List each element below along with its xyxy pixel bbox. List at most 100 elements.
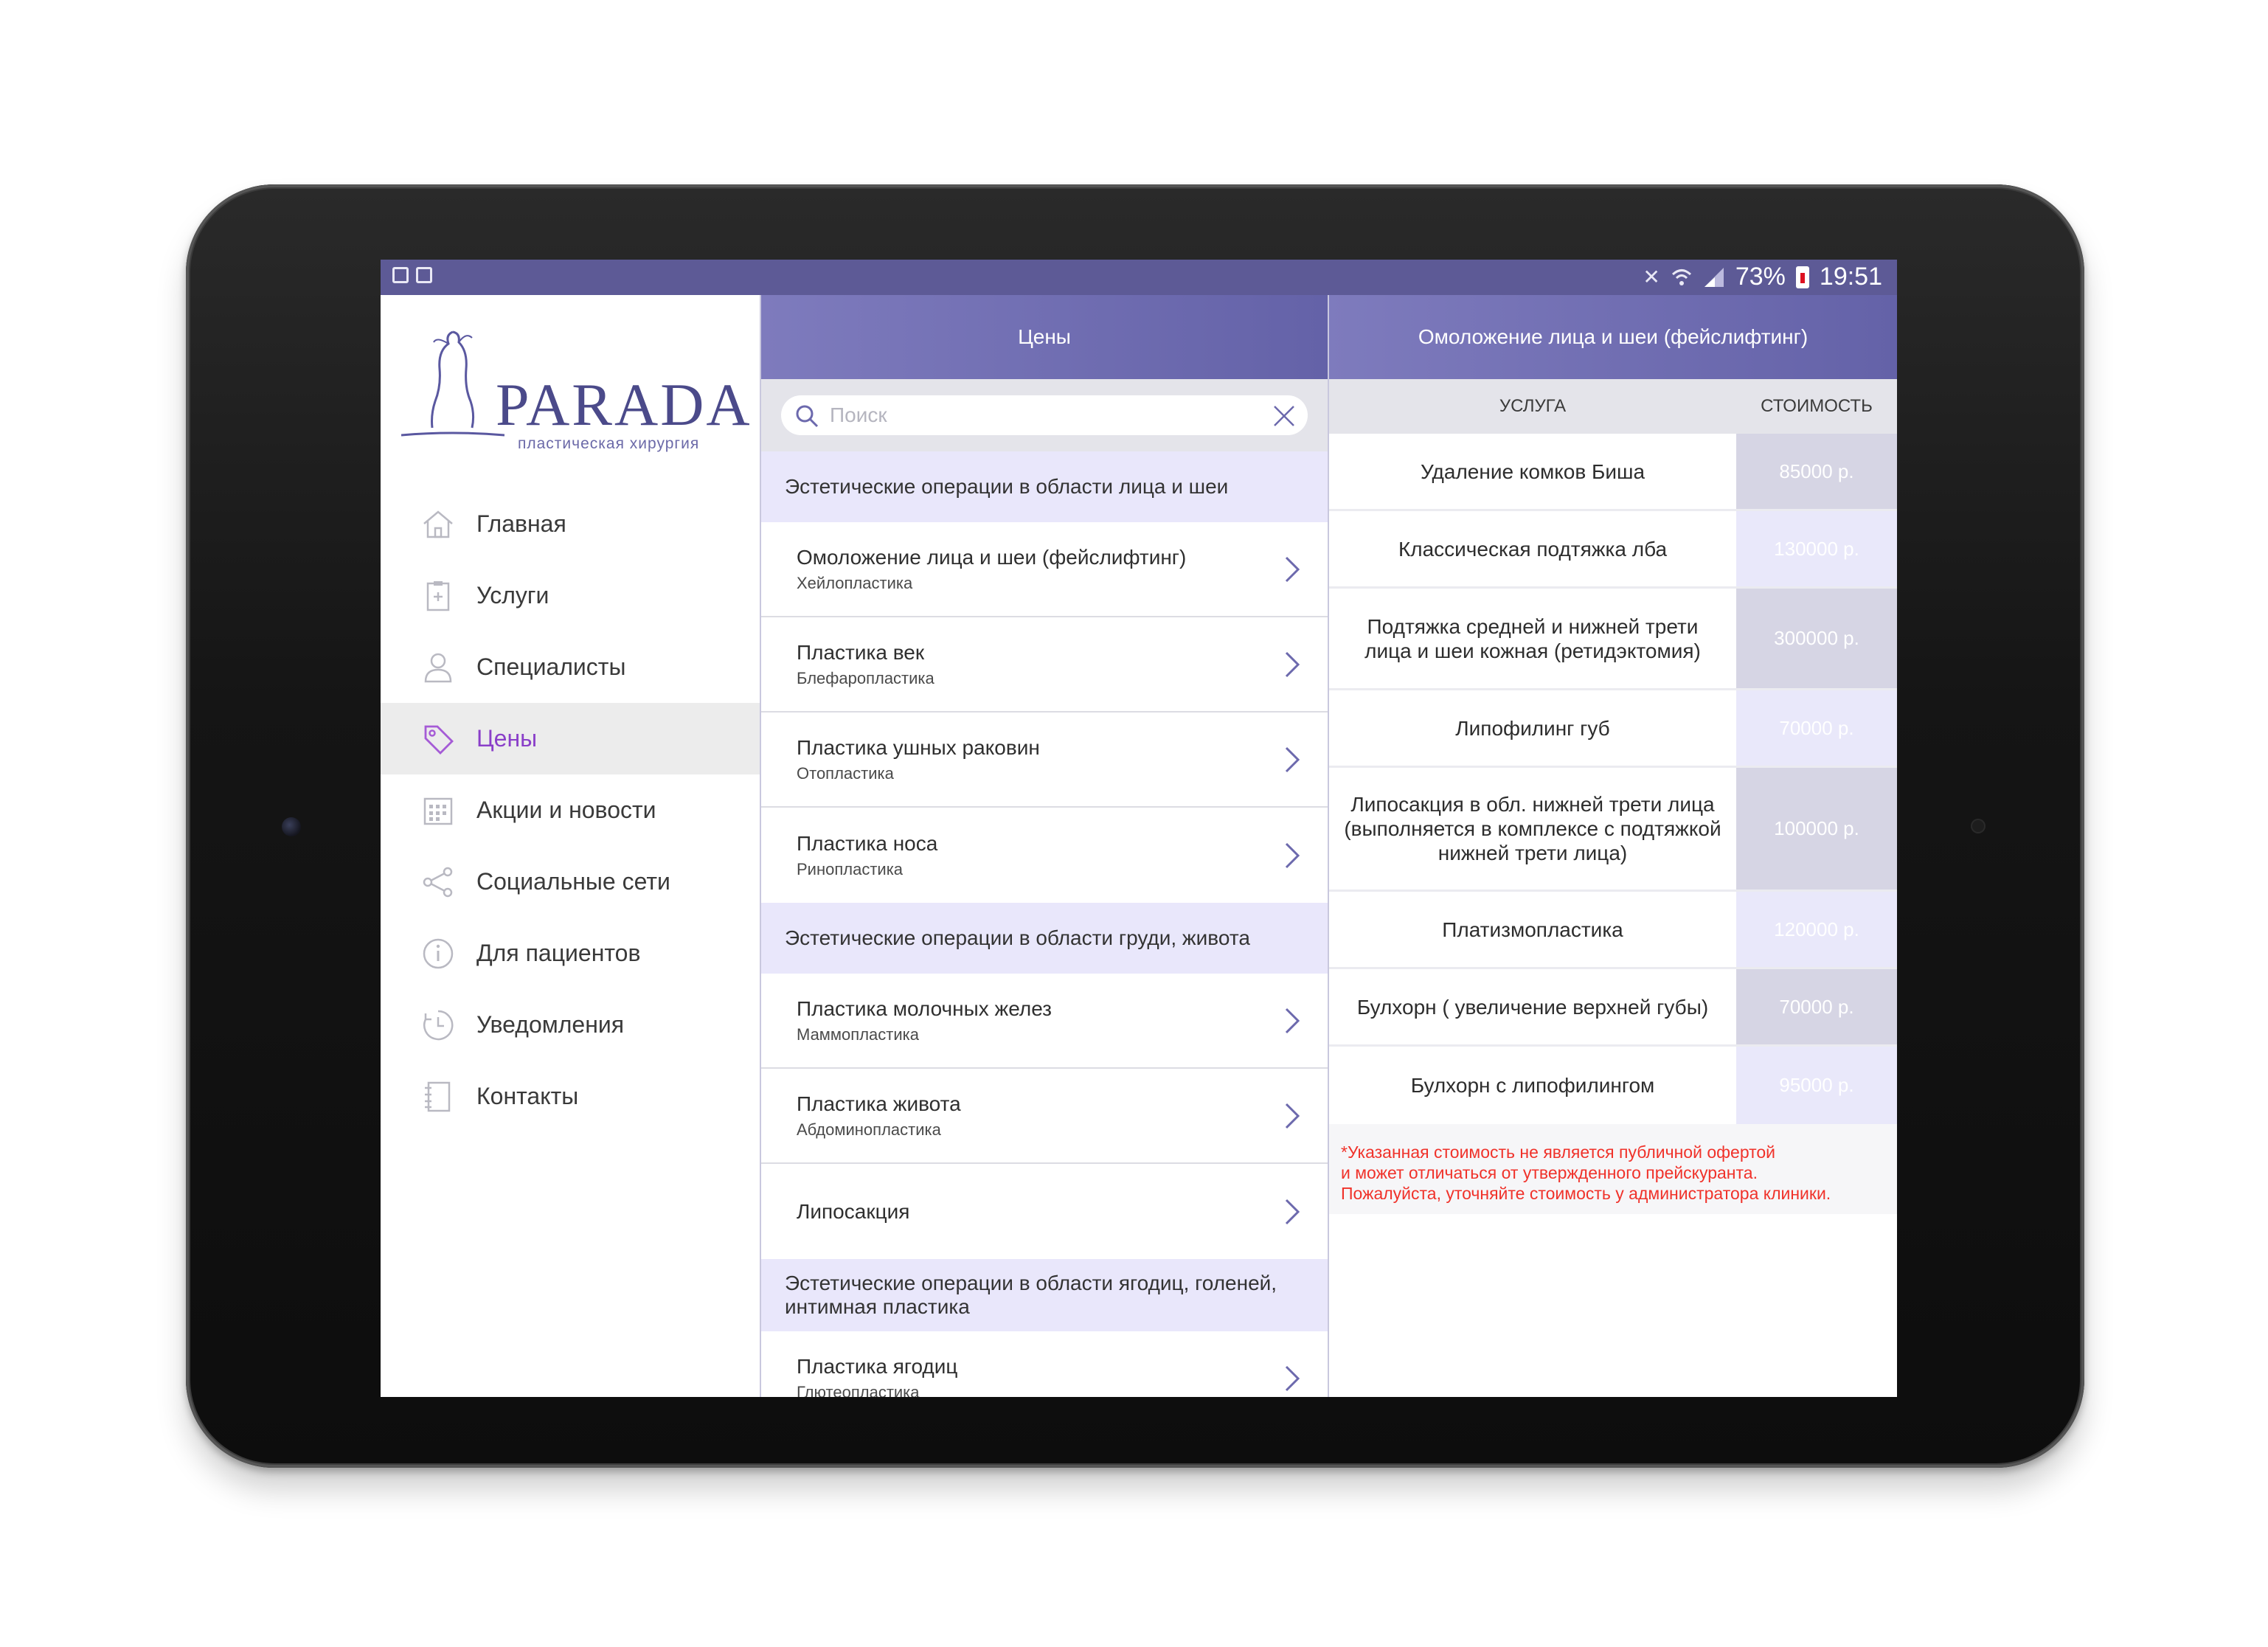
price-tag-icon xyxy=(419,720,457,758)
price-disclaimer: *Указанная стоимость не является публичн… xyxy=(1329,1124,1897,1214)
item-subtitle: Глютеопластика xyxy=(797,1382,920,1398)
nav-item-prices[interactable]: Цены xyxy=(381,703,760,774)
screenshot-notification-icon xyxy=(392,267,409,283)
nav-item-label: Акции и новости xyxy=(476,797,656,823)
nav-item-label: Социальные сети xyxy=(476,868,670,895)
nav-list: Главная Услуги Специалисты Цены Акции и … xyxy=(381,488,760,1132)
section-header-face: Эстетические операции в области лица и ш… xyxy=(761,451,1328,522)
chevron-right-icon xyxy=(1285,556,1300,582)
chevron-right-icon xyxy=(1285,1365,1300,1391)
clock-time: 19:51 xyxy=(1819,263,1882,291)
chevron-right-icon xyxy=(1285,1199,1300,1224)
clipboard-icon xyxy=(419,577,457,615)
item-title: Пластика ушных раковин xyxy=(797,735,1040,759)
nav-item-social[interactable]: Социальные сети xyxy=(381,846,760,918)
service-cell: Удаление комков Биша xyxy=(1420,460,1645,483)
service-cell: Подтяжка средней и нижней трети лица и ш… xyxy=(1364,614,1701,662)
person-icon xyxy=(419,648,457,687)
table-row[interactable]: Булхорн с липофилингом 95000 р. xyxy=(1329,1047,1897,1124)
table-row[interactable]: Удаление комков Биша 85000 р. xyxy=(1329,434,1897,511)
chevron-right-icon xyxy=(1285,1008,1300,1033)
search-box xyxy=(781,395,1308,435)
item-title: Пластика ягодиц xyxy=(797,1354,958,1378)
battery-percent: 73% xyxy=(1735,263,1786,291)
item-title: Пластика носа xyxy=(797,831,938,855)
nav-item-label: Контакты xyxy=(476,1083,579,1109)
section-header-buttocks: Эстетические операции в области ягодиц, … xyxy=(761,1259,1328,1331)
list-item[interactable]: Липосакция xyxy=(761,1164,1328,1259)
nav-item-contacts[interactable]: Контакты xyxy=(381,1061,760,1132)
search-icon xyxy=(796,405,819,428)
info-icon xyxy=(419,935,457,973)
list-item[interactable]: Пластика ягодиц Глютеопластика xyxy=(761,1331,1328,1397)
price-cell: 100000 р. xyxy=(1736,768,1897,890)
table-row[interactable]: Платизмопластика 120000 р. xyxy=(1329,892,1897,969)
item-title: Пластика век xyxy=(797,640,925,664)
nav-item-specialists[interactable]: Специалисты xyxy=(381,631,760,703)
nav-drawer: PARADA пластическая хирургия Главная Усл… xyxy=(381,295,760,1397)
nav-item-label: Главная xyxy=(476,510,566,537)
disclaimer-line: *Указанная стоимость не является публичн… xyxy=(1341,1143,1776,1162)
list-item[interactable]: Омоложение лица и шеи (фейслифтинг) Хейл… xyxy=(761,522,1328,617)
chevron-right-icon xyxy=(1285,746,1300,772)
nav-item-news[interactable]: Акции и новости xyxy=(381,774,760,846)
list-item[interactable]: Пластика живота Абдоминопластика xyxy=(761,1069,1328,1164)
battery-icon xyxy=(1795,266,1809,288)
clock-icon xyxy=(419,1006,457,1044)
item-subtitle: Хейлопластика xyxy=(797,573,913,592)
nav-item-label: Цены xyxy=(476,725,538,752)
price-cell: 85000 р. xyxy=(1736,434,1897,509)
service-cell: Классическая подтяжка лба xyxy=(1398,537,1668,561)
search-input[interactable] xyxy=(828,403,1244,428)
nav-item-services[interactable]: Услуги xyxy=(381,560,760,631)
nav-item-patients[interactable]: Для пациентов xyxy=(381,918,760,989)
price-cell: 300000 р. xyxy=(1736,589,1897,688)
chevron-right-icon xyxy=(1285,1103,1300,1128)
table-row[interactable]: Липосакция в обл. нижней трети лица (вып… xyxy=(1329,768,1897,892)
nav-item-label: Услуги xyxy=(476,582,549,608)
list-item[interactable]: Пластика молочных желез Маммопластика xyxy=(761,974,1328,1069)
service-cell: Булхорн с липофилингом xyxy=(1410,1074,1655,1097)
disclaimer-line: Пожалуйста, уточняйте стоимость у админи… xyxy=(1341,1184,1831,1203)
item-title: Пластика молочных желез xyxy=(797,996,1052,1020)
mute-icon: ✕ xyxy=(1643,266,1660,288)
nav-item-notifications[interactable]: Уведомления xyxy=(381,989,760,1061)
price-cell: 130000 р. xyxy=(1736,511,1897,586)
download-notification-icon xyxy=(416,267,432,283)
service-cell: Липофилинг губ xyxy=(1455,716,1610,740)
brand-name: PARADA xyxy=(496,371,752,438)
detail-panel: Омоложение лица и шеи (фейслифтинг) УСЛУ… xyxy=(1329,295,1897,1397)
table-row[interactable]: Классическая подтяжка лба 130000 р. xyxy=(1329,511,1897,589)
calendar-icon xyxy=(419,791,457,830)
table-header: УСЛУГА СТОИМОСТЬ xyxy=(1329,379,1897,434)
section-header-body: Эстетические операции в области груди, ж… xyxy=(761,903,1328,974)
table-row[interactable]: Булхорн ( увеличение верхней губы) 70000… xyxy=(1329,969,1897,1047)
front-camera xyxy=(282,817,301,836)
table-row[interactable]: Липофилинг губ 70000 р. xyxy=(1329,690,1897,768)
screen: ✕ 73% 19:51 PARADA пластическая хирургия… xyxy=(381,260,1897,1397)
prices-panel: Цены Эстетические операции в области лиц… xyxy=(760,295,1329,1397)
nav-item-label: Специалисты xyxy=(476,653,626,680)
share-icon xyxy=(419,863,457,901)
home-icon xyxy=(419,505,457,544)
list-item[interactable]: Пластика век Блефаропластика xyxy=(761,617,1328,712)
service-cell: Платизмопластика xyxy=(1442,918,1623,941)
list-item[interactable]: Пластика ушных раковин Отопластика xyxy=(761,712,1328,808)
disclaimer-line: и может отличаться от утвержденного прей… xyxy=(1341,1163,1758,1182)
light-sensor xyxy=(1972,820,1984,832)
price-cell: 70000 р. xyxy=(1736,969,1897,1044)
table-row[interactable]: Подтяжка средней и нижней трети лица и ш… xyxy=(1329,589,1897,690)
notebook-icon xyxy=(419,1078,457,1116)
chevron-right-icon xyxy=(1285,842,1300,868)
item-subtitle: Маммопластика xyxy=(797,1024,919,1044)
list-item[interactable]: Пластика носа Ринопластика xyxy=(761,808,1328,903)
item-subtitle: Блефаропластика xyxy=(797,668,934,687)
nav-item-home[interactable]: Главная xyxy=(381,488,760,560)
nav-item-label: Для пациентов xyxy=(476,940,641,966)
prices-header: Цены xyxy=(761,295,1328,379)
clear-search-icon[interactable] xyxy=(1271,403,1297,429)
brand-tagline: пластическая хирургия xyxy=(518,435,700,452)
item-subtitle: Отопластика xyxy=(797,763,894,783)
service-cell: Липосакция в обл. нижней трети лица (вып… xyxy=(1344,793,1721,864)
column-header-service: УСЛУГА xyxy=(1499,396,1567,416)
